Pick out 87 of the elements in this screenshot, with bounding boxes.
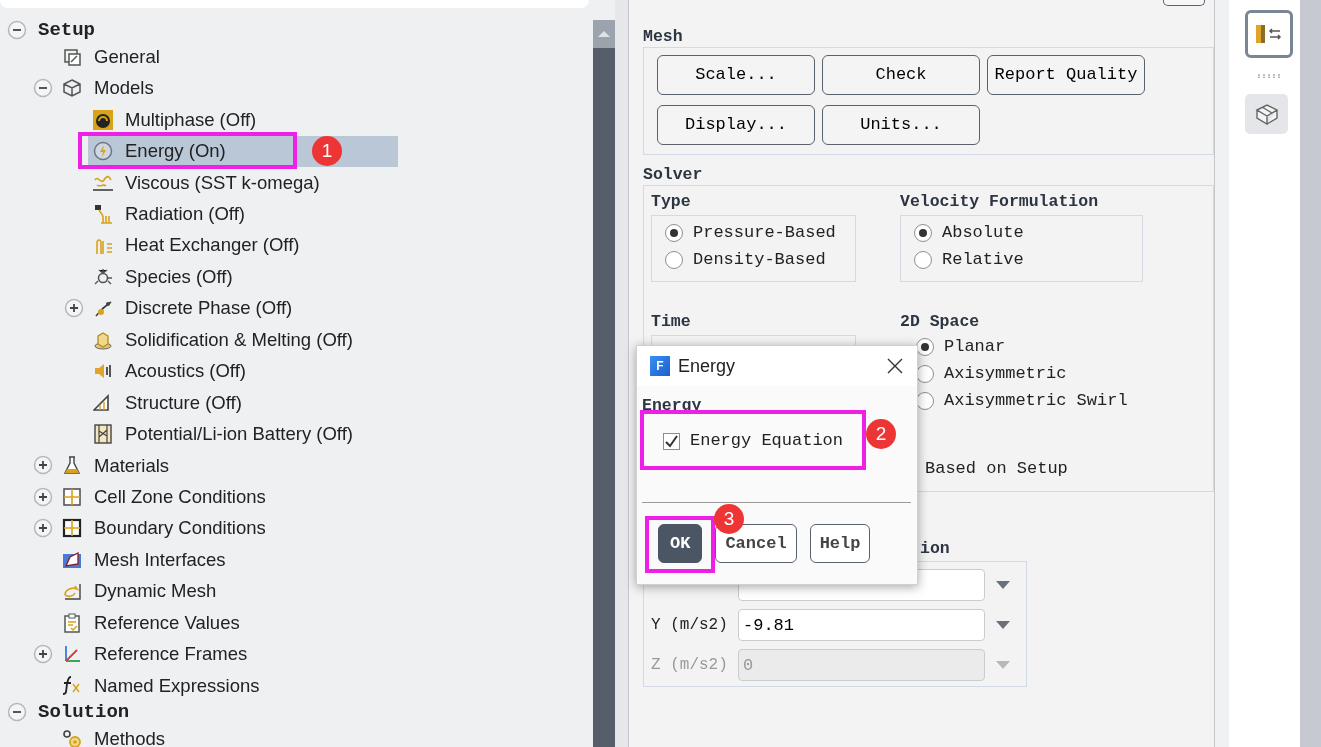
tree-item[interactable]: Dynamic Mesh: [57, 579, 223, 604]
expand-toggle[interactable]: [32, 454, 54, 477]
mesh-button[interactable]: Units...: [822, 104, 980, 145]
expand-toggle[interactable]: [63, 297, 85, 320]
mesh-button[interactable]: Display...: [657, 104, 815, 145]
dialog-button[interactable]: Help: [809, 524, 871, 563]
tree-item[interactable]: General: [57, 44, 166, 69]
dropdown-caret-icon[interactable]: [996, 581, 1010, 589]
dialog-button[interactable]: OK: [658, 524, 703, 563]
tree-item[interactable]: Named Expressions: [57, 673, 266, 698]
window-icon: [62, 46, 82, 67]
panel-button[interactable]: [1163, 0, 1205, 6]
checkbox[interactable]: [663, 432, 680, 450]
tree-item[interactable]: Structure (Off): [88, 390, 248, 415]
lamp-icon: [93, 203, 113, 224]
expand-toggle[interactable]: [32, 643, 54, 666]
tree-item[interactable]: Discrete Phase (Off): [88, 296, 299, 321]
tree-item[interactable]: Boundary Conditions: [57, 516, 272, 541]
tree-item[interactable]: Reference Frames: [57, 642, 254, 667]
tree-item[interactable]: Heat Exchanger (Off): [88, 233, 306, 258]
field-label: Z (m/s2): [651, 655, 729, 676]
door-icon: [1255, 23, 1283, 45]
radio-option[interactable]: Absolute: [914, 219, 1142, 246]
expand-toggle[interactable]: [32, 517, 54, 540]
particle-icon: [93, 298, 113, 319]
group-label: 2D Space: [900, 312, 981, 332]
collapse-toggle[interactable]: [32, 77, 54, 100]
arrow-icon: [62, 581, 82, 602]
group-label: Time: [651, 312, 692, 332]
radio-option[interactable]: Density-Based: [665, 246, 855, 273]
section-heading[interactable]: Solution: [38, 697, 130, 727]
cube-icon: [62, 78, 82, 99]
swirl-icon: [93, 109, 113, 130]
collapse-toggle[interactable]: [6, 19, 28, 41]
tree-item[interactable]: Acoustics (Off): [88, 359, 252, 384]
scrollbar[interactable]: [593, 20, 615, 747]
panel-toggle-button[interactable]: [1245, 10, 1293, 58]
tree-item[interactable]: Cell Zone Conditions: [57, 484, 272, 509]
function-icon: [62, 675, 82, 696]
radio-option[interactable]: Pressure-Based: [665, 219, 855, 246]
grid-icon: [62, 518, 82, 539]
tree-item[interactable]: Methods: [57, 726, 171, 747]
section-heading[interactable]: Setup: [38, 15, 95, 45]
tree-item[interactable]: Materials: [57, 453, 176, 478]
grid-icon: [93, 423, 113, 444]
up-arrow-icon: [598, 30, 610, 38]
grip-icon: [1257, 74, 1283, 78]
tree-item[interactable]: Viscous (SST k-omega): [88, 170, 326, 195]
tree-item[interactable]: Mesh Interfaces: [57, 547, 232, 572]
gear-icon: [62, 728, 82, 747]
tree-item[interactable]: Solidification & Melting (Off): [88, 327, 359, 352]
checkbox-option[interactable]: Energy Equation: [663, 426, 844, 456]
group-label: Type: [651, 192, 692, 212]
expand-toggle[interactable]: [32, 485, 54, 508]
group-label: Solver: [643, 165, 704, 185]
dialog-button[interactable]: Cancel: [715, 524, 797, 563]
close-icon[interactable]: [887, 358, 903, 374]
clipboard-icon: [62, 612, 82, 633]
tree-item[interactable]: Models: [57, 76, 160, 101]
dropdown-caret-icon[interactable]: [996, 621, 1010, 629]
app-logo: F: [650, 356, 670, 376]
group-label: ion: [920, 539, 950, 559]
mesh-view-button[interactable]: [1245, 94, 1288, 134]
tree-item[interactable]: Potential/Li-ion Battery (Off): [88, 421, 359, 446]
input-field[interactable]: -9.81: [738, 609, 985, 641]
tree-item[interactable]: Species (Off): [88, 264, 239, 289]
tree-item[interactable]: Reference Values: [57, 610, 246, 635]
mesh-button[interactable]: Report Quality: [987, 55, 1145, 95]
mesh-icon: [1253, 102, 1280, 126]
group-label: Mesh: [643, 27, 684, 47]
mesh-button[interactable]: Scale...: [657, 55, 815, 95]
flask-icon: [62, 455, 82, 476]
collapse-toggle[interactable]: [6, 701, 28, 724]
grid-icon: [62, 486, 82, 507]
mesh-button[interactable]: Check: [822, 55, 980, 95]
highlight-frame: [645, 516, 715, 573]
axes-icon: [62, 644, 82, 665]
tree-item[interactable]: Multiphase (Off): [88, 107, 263, 132]
radio-option[interactable]: Relative: [914, 246, 1142, 273]
mesh-icon: [62, 549, 82, 570]
tree-item[interactable]: Radiation (Off): [88, 201, 251, 226]
molecule-icon: [93, 266, 113, 287]
field-label: Y (m/s2): [651, 615, 729, 636]
lightning-icon: [93, 141, 113, 162]
option-label: Based on Setup: [924, 457, 1069, 480]
dialog-title: Energy: [678, 354, 737, 378]
group-label: Velocity Formulation: [900, 192, 1100, 212]
